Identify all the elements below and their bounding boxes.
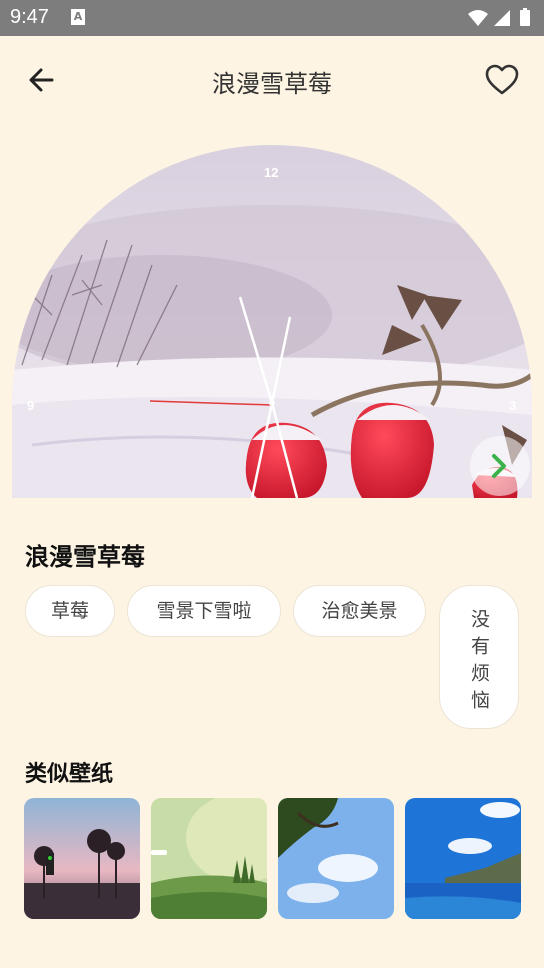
snow-strawberry-scene: [12, 145, 532, 498]
wallpaper-title: 浪漫雪草莓: [25, 543, 145, 571]
chevron-right-icon[interactable]: [470, 436, 530, 496]
signal-icon: [494, 10, 510, 26]
status-bar: 9:47 A: [0, 0, 544, 36]
similar-wallpapers-title: 类似壁纸: [25, 762, 114, 787]
clock-nine-label: 9: [27, 398, 35, 413]
blue-sky-tree-thumbnail[interactable]: [278, 798, 394, 919]
page-title: 浪漫雪草莓: [212, 70, 332, 98]
status-icons: [468, 8, 530, 26]
heart-outline-icon[interactable]: [484, 62, 520, 98]
tag-chip[interactable]: 草莓: [25, 585, 115, 637]
wifi-icon: [468, 10, 488, 26]
wallpaper-preview[interactable]: 12 9 3: [12, 145, 532, 498]
header: 浪漫雪草莓: [0, 36, 544, 124]
battery-icon: [520, 10, 530, 26]
tag-chip[interactable]: 没有烦恼: [439, 585, 519, 729]
clock-three-label: 3: [509, 398, 517, 413]
status-time: 9:47: [10, 6, 49, 28]
street-palms-thumbnail[interactable]: [24, 798, 140, 919]
tag-chip[interactable]: 雪景下雪啦: [127, 585, 281, 637]
clock-twelve-label: 12: [264, 165, 279, 180]
notification-icon: A: [71, 9, 85, 25]
tag-chip[interactable]: 治愈美景: [293, 585, 426, 637]
coast-thumbnail[interactable]: [405, 798, 521, 919]
green-hills-thumbnail[interactable]: [151, 798, 267, 919]
